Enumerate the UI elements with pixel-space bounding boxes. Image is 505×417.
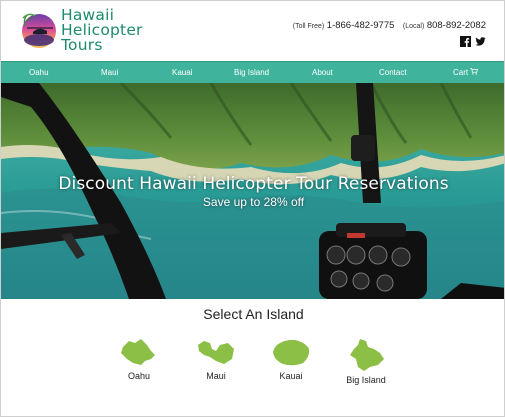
- social-links: [460, 34, 486, 47]
- nav-item-about[interactable]: About: [312, 62, 333, 84]
- nav-item-big-island[interactable]: Big Island: [234, 62, 269, 84]
- nav-item-kauai[interactable]: Kauai: [172, 62, 192, 84]
- maui-island-icon: [198, 341, 234, 364]
- island-label-kauai: Kauai: [279, 371, 303, 381]
- big-island-icon: [350, 339, 384, 371]
- island-card-big-island[interactable]: Big Island: [326, 337, 406, 397]
- island-card-oahu[interactable]: Oahu: [99, 337, 179, 397]
- hero-title: Discount Hawaii Helicopter Tour Reservat…: [58, 174, 449, 194]
- hero-subtitle: Save up to 28% off: [202, 195, 305, 209]
- page: Hawaii Helicopter Tours (Toll Free) 1-86…: [0, 0, 505, 417]
- local-number[interactable]: 808-892-2082: [427, 20, 486, 31]
- logo-badge-icon: [22, 13, 56, 48]
- nav-item-cart-label: Cart: [453, 68, 469, 77]
- select-island-heading: Select An Island: [203, 306, 304, 322]
- toll-free-label: (Toll Free): [292, 23, 325, 30]
- shopping-cart-icon: [470, 62, 479, 84]
- local-label: (Local): [402, 23, 425, 30]
- nav-item-oahu[interactable]: Oahu: [29, 62, 49, 84]
- kauai-island-icon: [273, 339, 310, 366]
- island-card-kauai[interactable]: Kauai: [251, 337, 331, 397]
- site-logo[interactable]: Hawaii Helicopter Tours: [15, 6, 175, 58]
- phone-numbers: (Toll Free) 1-866-482-9775 (Local) 808-8…: [293, 20, 486, 31]
- nav-item-cart[interactable]: Cart: [453, 62, 479, 84]
- island-label-maui: Maui: [206, 371, 226, 381]
- island-label-oahu: Oahu: [127, 371, 151, 381]
- oahu-island-icon: [121, 339, 155, 365]
- main-nav: Oahu Maui Kauai Big Island About Contact…: [1, 61, 504, 84]
- island-card-maui[interactable]: Maui: [176, 337, 256, 397]
- site-header: Hawaii Helicopter Tours (Toll Free) 1-86…: [1, 1, 504, 61]
- hero-banner: Discount Hawaii Helicopter Tour Reservat…: [1, 83, 504, 299]
- toll-free-number[interactable]: 1-866-482-9775: [327, 20, 395, 31]
- facebook-icon[interactable]: [460, 34, 471, 47]
- twitter-icon[interactable]: [475, 34, 486, 46]
- nav-item-maui[interactable]: Maui: [101, 62, 118, 84]
- logo-text: Hawaii Helicopter Tours: [61, 7, 143, 54]
- logo-line-3: Tours: [61, 36, 103, 54]
- nav-item-contact[interactable]: Contact: [379, 62, 407, 84]
- island-label-big-island: Big Island: [346, 375, 386, 385]
